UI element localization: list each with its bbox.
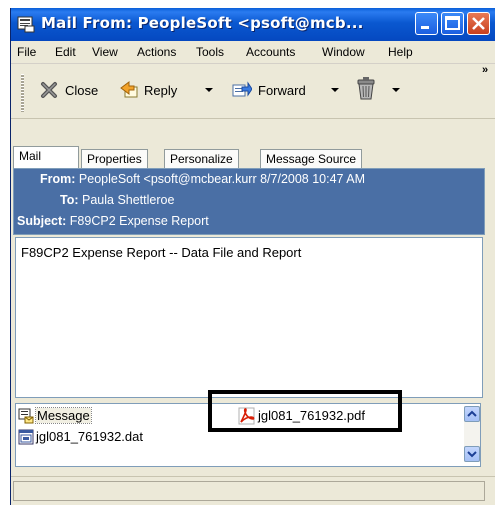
scroll-up-button[interactable] — [464, 406, 480, 422]
tab-mail[interactable]: Mail — [13, 146, 79, 168]
maximize-icon — [445, 16, 460, 30]
menu-bar: File Edit View Actions Tools Accounts Wi… — [11, 41, 495, 64]
menu-accounts[interactable]: Accounts — [246, 45, 295, 59]
message-icon — [18, 408, 34, 424]
subject-label: Subject: — [17, 214, 67, 228]
forward-label: Forward — [258, 83, 306, 98]
menu-file[interactable]: File — [17, 45, 36, 59]
tab-message-source[interactable]: Message Source — [260, 149, 363, 168]
toolbar-grip[interactable] — [21, 74, 24, 112]
message-header: From: PeopleSoft <psoft@mcbear.kurr 8/7/… — [13, 168, 485, 235]
forward-icon — [232, 81, 252, 97]
message-body[interactable]: F89CP2 Expense Report -- Data File and R… — [15, 237, 483, 398]
toolbar: Close Reply Forward » — [11, 64, 495, 119]
close-x-icon — [41, 82, 57, 98]
maximize-button[interactable] — [441, 12, 464, 35]
attachment-message[interactable]: Message — [18, 407, 138, 424]
mail-window-icon — [17, 16, 35, 33]
attachment-message-label: Message — [35, 407, 92, 424]
tab-personalize[interactable]: Personalize — [164, 149, 239, 168]
close-icon — [472, 17, 485, 30]
attachment-dat[interactable]: jgl081_761932.dat — [18, 429, 178, 445]
close-button[interactable] — [467, 12, 490, 35]
menu-tools[interactable]: Tools — [196, 45, 224, 59]
status-bar — [11, 476, 495, 505]
toolbar-overflow-chevron[interactable]: » — [482, 64, 488, 76]
attachments-scrollbar[interactable] — [464, 406, 480, 462]
highlight-box — [208, 390, 402, 432]
scroll-down-button[interactable] — [464, 446, 480, 462]
chevron-up-icon — [467, 410, 477, 417]
delete-button[interactable] — [355, 77, 379, 102]
delete-dropdown-arrow[interactable] — [392, 88, 400, 92]
reply-button[interactable]: Reply — [118, 80, 188, 102]
to-value[interactable]: Paula Shettleroe — [82, 193, 174, 207]
reply-label: Reply — [144, 83, 178, 98]
attachment-dat-label: jgl081_761932.dat — [36, 429, 143, 444]
forward-button[interactable]: Forward — [232, 80, 318, 102]
close-label: Close — [65, 83, 99, 98]
reply-dropdown-arrow[interactable] — [205, 88, 213, 92]
menu-help[interactable]: Help — [388, 45, 413, 59]
dat-file-icon — [18, 429, 34, 445]
trash-can-icon — [357, 77, 375, 100]
reply-icon — [120, 81, 138, 98]
minimize-icon — [421, 26, 429, 29]
forward-dropdown-arrow[interactable] — [331, 88, 339, 92]
status-pane — [13, 481, 485, 501]
subject-value: F89CP2 Expense Report — [69, 214, 209, 228]
menu-view[interactable]: View — [92, 45, 118, 59]
from-value[interactable]: PeopleSoft <psoft@mcbear.kurr 8/7/2008 1… — [79, 172, 365, 186]
tab-properties[interactable]: Properties — [81, 149, 148, 168]
menu-actions[interactable]: Actions — [137, 45, 176, 59]
body-text: F89CP2 Expense Report -- Data File and R… — [21, 245, 302, 260]
from-row: From: PeopleSoft <psoft@mcbear.kurr 8/7/… — [40, 172, 365, 186]
message-tabs: Mail Properties Personalize Message Sour… — [11, 146, 495, 168]
close-message-button[interactable]: Close — [39, 80, 109, 102]
minimize-button[interactable] — [415, 12, 438, 35]
to-label: To: — [60, 193, 79, 207]
title-bar[interactable]: Mail From: PeopleSoft <psoft@mcb... — [11, 8, 495, 41]
subject-row: Subject: F89CP2 Expense Report — [17, 214, 209, 228]
menu-edit[interactable]: Edit — [55, 45, 76, 59]
to-row: To: Paula Shettleroe — [60, 193, 174, 207]
menu-window[interactable]: Window — [322, 45, 365, 59]
chevron-down-icon — [467, 451, 477, 458]
window-title: Mail From: PeopleSoft <psoft@mcb... — [41, 14, 364, 32]
from-label: From: — [40, 172, 76, 186]
